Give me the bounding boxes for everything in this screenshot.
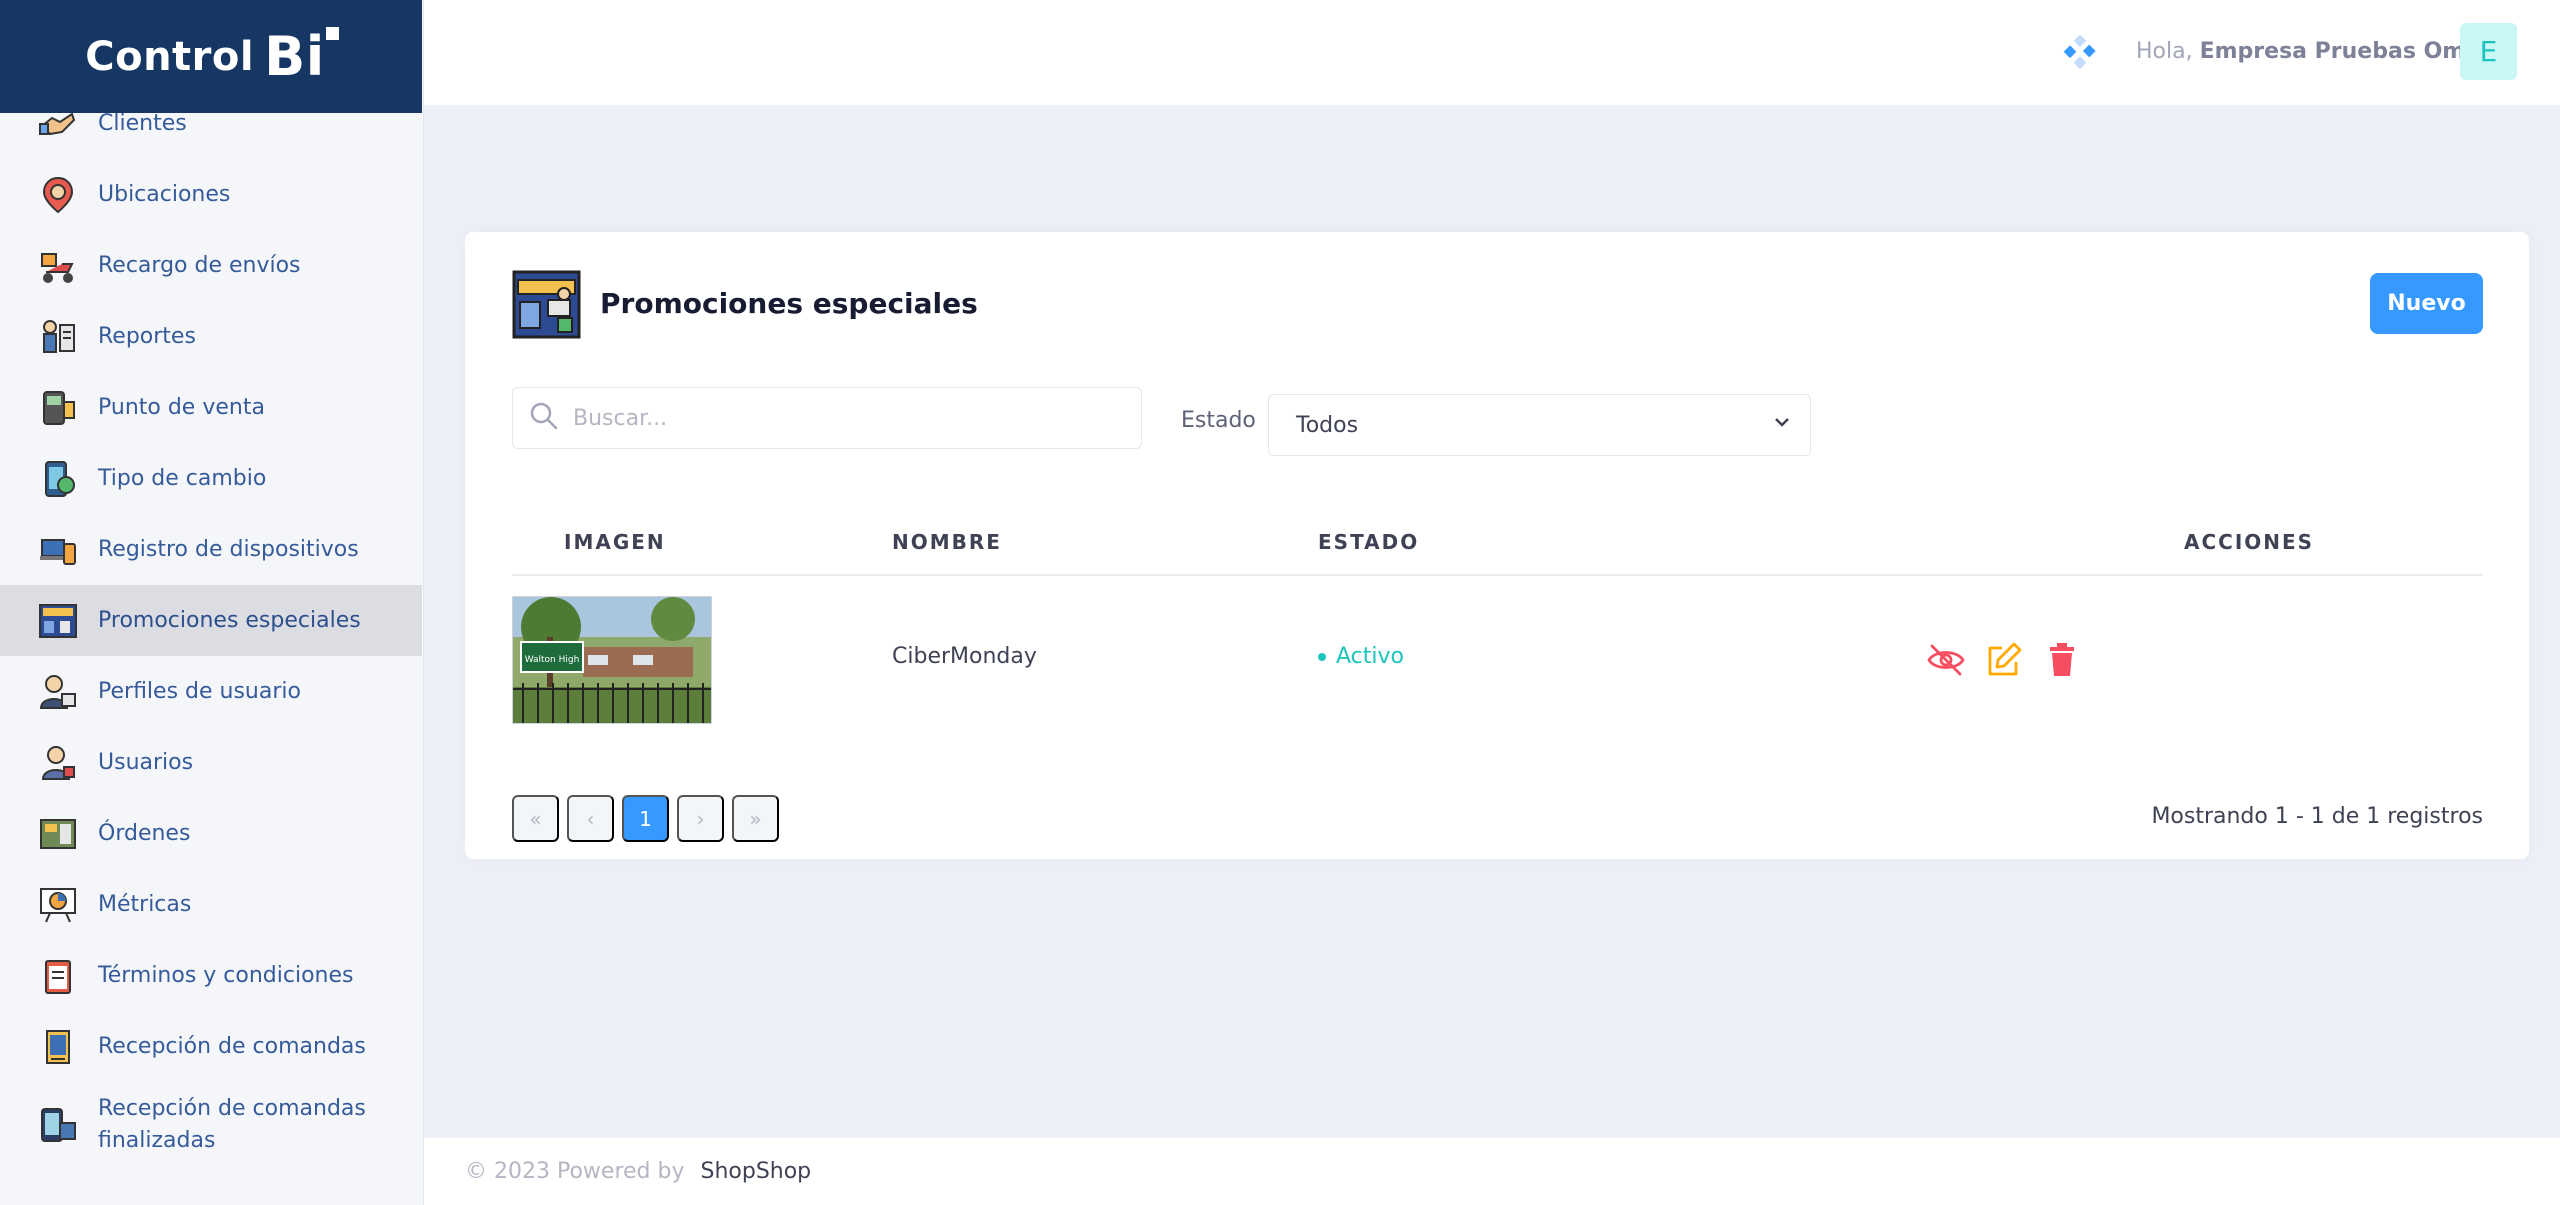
column-header-imagen: IMAGEN xyxy=(564,530,666,554)
sidebar-item-punto-venta[interactable]: Punto de venta xyxy=(0,372,422,443)
brand-logo[interactable]: Control Bi xyxy=(0,0,422,113)
footer-link[interactable]: ShopShop xyxy=(700,1159,811,1184)
sidebar-item-perfiles-usuario[interactable]: Perfiles de usuario xyxy=(0,656,422,727)
reports-icon xyxy=(38,317,78,357)
sidebar-item-terminos[interactable]: Términos y condiciones xyxy=(0,940,422,1011)
search-icon xyxy=(529,401,559,435)
avatar[interactable]: E xyxy=(2460,23,2517,80)
metrics-chart-icon xyxy=(38,885,78,925)
search-box[interactable] xyxy=(512,387,1142,449)
sidebar-item-promociones-especiales[interactable]: Promociones especiales xyxy=(0,585,422,656)
orders-board-icon xyxy=(38,814,78,854)
column-header-estado: ESTADO xyxy=(1318,530,1420,554)
estado-select[interactable]: Todos xyxy=(1268,394,1811,456)
eye-slash-icon[interactable] xyxy=(1926,640,1966,680)
sidebar: Clientes Ubicaciones Recargo de envíos R… xyxy=(0,0,424,1205)
edit-icon[interactable] xyxy=(1984,640,2024,680)
brand-word: Control xyxy=(85,33,255,80)
user-name: Empresa Pruebas Omar xyxy=(2199,39,2491,64)
sidebar-item-recargo-envios[interactable]: Recargo de envíos xyxy=(0,230,422,301)
sidebar-item-registro-dispositivos[interactable]: Registro de dispositivos xyxy=(0,514,422,585)
sidebar-item-label: Recepción de comandas xyxy=(98,1033,366,1059)
devices-icon xyxy=(38,530,78,570)
sidebar-item-label: Promociones especiales xyxy=(98,607,361,633)
sidebar-menu: Clientes Ubicaciones Recargo de envíos R… xyxy=(0,88,422,1168)
promotion-name: CiberMonday xyxy=(892,644,1037,669)
sidebar-item-usuarios[interactable]: Usuarios xyxy=(0,727,422,798)
user-profile-icon xyxy=(38,672,78,712)
sidebar-item-label: Términos y condiciones xyxy=(98,962,354,988)
brand-bi: Bi xyxy=(264,25,339,88)
receipt-icon xyxy=(38,1027,78,1067)
page-next-button[interactable]: › xyxy=(677,795,724,842)
delivery-scooter-icon xyxy=(38,246,78,286)
thumbnail-sign-text: Walton High xyxy=(525,655,580,665)
status-dot-icon xyxy=(1318,652,1326,661)
pagination: « ‹ 1 › » xyxy=(512,795,779,842)
table-header: IMAGEN NOMBRE ESTADO ACCIONES xyxy=(512,522,2483,576)
exchange-phone-icon xyxy=(38,459,78,499)
row-actions xyxy=(1926,640,2082,680)
sidebar-item-label: Registro de dispositivos xyxy=(98,536,359,562)
user-badge-icon xyxy=(38,743,78,783)
sidebar-item-ordenes[interactable]: Órdenes xyxy=(0,798,422,869)
sidebar-item-ubicaciones[interactable]: Ubicaciones xyxy=(0,159,422,230)
sidebar-item-reportes[interactable]: Reportes xyxy=(0,301,422,372)
promotions-card: Promociones especiales Nuevo Estado Todo… xyxy=(465,232,2529,859)
page-title: Promociones especiales xyxy=(600,287,978,320)
estado-selected-value: Todos xyxy=(1296,412,1359,438)
top-header: Hola, Empresa Pruebas Omar E xyxy=(424,0,2560,105)
banner-icon xyxy=(38,601,78,641)
greeting-prefix: Hola, xyxy=(2136,39,2193,64)
page-first-button[interactable]: « xyxy=(512,795,559,842)
phone-bag-icon xyxy=(38,1105,78,1145)
records-summary: Mostrando 1 - 1 de 1 registros xyxy=(2151,804,2483,829)
sidebar-item-label: Punto de venta xyxy=(98,394,265,420)
sidebar-item-label: Recargo de envíos xyxy=(98,252,301,278)
sidebar-item-recepcion-comandas-finalizadas[interactable]: Recepción de comandas finalizadas xyxy=(0,1082,422,1168)
pos-terminal-icon xyxy=(38,388,78,428)
column-header-nombre: NOMBRE xyxy=(892,530,1002,554)
sidebar-item-label: Tipo de cambio xyxy=(98,465,267,491)
page-current-button[interactable]: 1 xyxy=(622,795,669,842)
estado-filter-label: Estado xyxy=(1181,408,1256,433)
status-text: Activo xyxy=(1336,644,1404,669)
banner-icon xyxy=(512,270,581,339)
promotion-thumbnail: Walton High xyxy=(512,596,712,724)
chevron-down-icon xyxy=(1772,412,1792,438)
column-header-acciones: ACCIONES xyxy=(2184,530,2315,554)
sidebar-item-recepcion-comandas[interactable]: Recepción de comandas xyxy=(0,1011,422,1082)
sidebar-item-label: Ubicaciones xyxy=(98,181,231,207)
footer-copyright: © 2023 Powered by xyxy=(465,1159,685,1184)
page-prev-button[interactable]: ‹ xyxy=(567,795,614,842)
trash-icon[interactable] xyxy=(2042,640,2082,680)
table-row: Walton High CiberMonday Activo xyxy=(512,596,2483,724)
search-input[interactable] xyxy=(573,405,1113,431)
new-button[interactable]: Nuevo xyxy=(2370,273,2483,334)
page-last-button[interactable]: » xyxy=(732,795,779,842)
footer: © 2023 Powered by ShopShop xyxy=(424,1138,2560,1205)
sidebar-item-label: Reportes xyxy=(98,323,196,349)
sidebar-item-label: Recepción de comandas finalizadas xyxy=(98,1096,366,1153)
sidebar-item-label: Órdenes xyxy=(98,820,191,846)
status-badge: Activo xyxy=(1318,644,1404,669)
sidebar-item-label: Perfiles de usuario xyxy=(98,678,301,704)
brand-text: Control Bi xyxy=(85,25,339,88)
sidebar-item-label: Métricas xyxy=(98,891,192,917)
sidebar-item-tipo-cambio[interactable]: Tipo de cambio xyxy=(0,443,422,514)
sidebar-item-label: Usuarios xyxy=(98,749,194,775)
location-pin-icon xyxy=(38,175,78,215)
quick-actions-icon[interactable] xyxy=(2062,34,2098,70)
sidebar-item-metricas[interactable]: Métricas xyxy=(0,869,422,940)
clipboard-terms-icon xyxy=(38,956,78,996)
user-greeting[interactable]: Hola, Empresa Pruebas Omar xyxy=(2136,34,2491,70)
